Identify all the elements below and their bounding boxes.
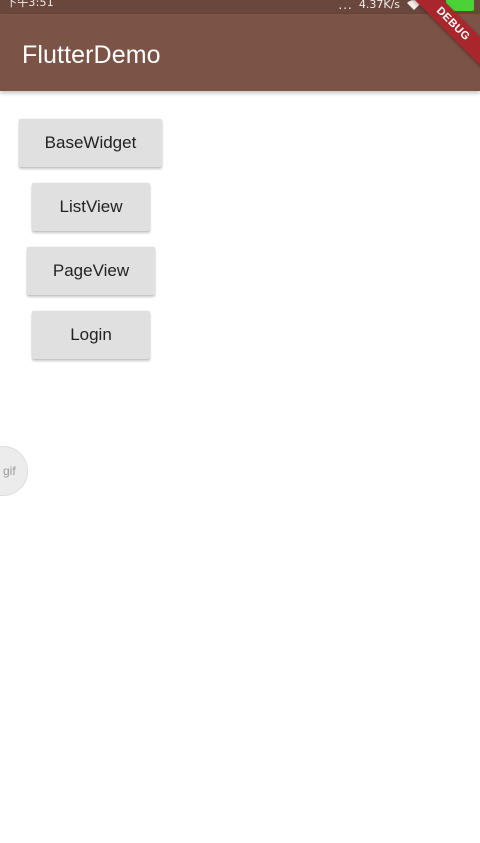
app-title: FlutterDemo	[22, 41, 161, 69]
network-speed: 4.37K/s	[358, 0, 400, 11]
status-time: 下午3:51	[6, 0, 54, 9]
list-view-button[interactable]: ListView	[32, 183, 150, 231]
status-bar: 下午3:51 ... 4.37K/s x	[0, 0, 480, 14]
app-bar: FlutterDemo	[0, 14, 480, 91]
status-icons: ... 4.37K/s x	[338, 0, 480, 14]
base-widget-button[interactable]: BaseWidget	[19, 119, 162, 167]
page-view-button[interactable]: PageView	[27, 247, 155, 295]
gif-label: gif	[3, 464, 16, 478]
login-button[interactable]: Login	[32, 311, 150, 359]
notification-dots: ...	[338, 0, 353, 12]
